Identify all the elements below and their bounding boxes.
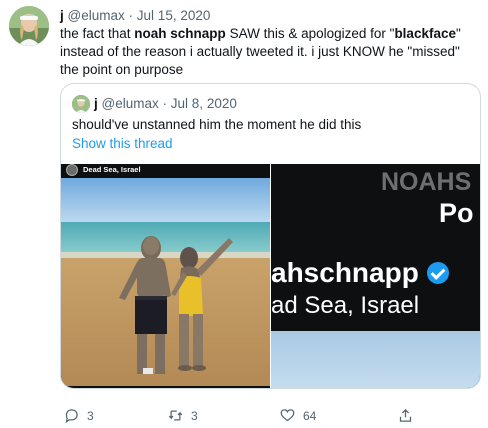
like-count: 64 (303, 408, 317, 423)
reply-icon (64, 408, 79, 423)
tweet[interactable]: j @elumax · Jul 15, 2020 the fact that n… (0, 0, 488, 428)
separator: · (128, 8, 134, 23)
like-icon (280, 408, 295, 423)
quoted-text: should've unstanned him the moment he di… (72, 117, 362, 132)
retweet-count: 3 (191, 408, 198, 423)
display-name[interactable]: j (60, 8, 64, 23)
tweet-text-part: SAW this & apologized for " (225, 26, 395, 41)
retweet-icon (168, 408, 183, 423)
media-photo-right[interactable]: NOAHS Po ahschnapp ad Sea, Israel (271, 164, 480, 388)
timestamp[interactable]: Jul 15, 2020 (137, 8, 211, 23)
like-button[interactable]: 64 (280, 408, 316, 423)
photo-location: ad Sea, Israel (271, 292, 420, 319)
quoted-display-name: j (94, 96, 98, 111)
tweet-text-bold: noah schnapp (134, 26, 226, 41)
photo-location-caption: Dead Sea, Israel (83, 165, 141, 174)
retweet-button[interactable]: 3 (168, 408, 198, 423)
share-button[interactable] (398, 408, 413, 423)
photo-text-line2: Po (439, 198, 474, 228)
handle[interactable]: @elumax (68, 8, 125, 23)
quoted-avatar (72, 95, 90, 113)
media-photo-left[interactable]: Dead Sea, Israel (61, 164, 270, 388)
quoted-handle: @elumax (101, 96, 159, 111)
reply-count: 3 (87, 408, 94, 423)
action-bar: 3 3 64 (60, 408, 480, 426)
show-thread-link[interactable]: Show this thread (72, 136, 173, 151)
tweet-text-part: the fact that (60, 26, 135, 41)
photo-text-line1: NOAHS (381, 168, 472, 196)
avatar[interactable] (9, 6, 49, 46)
photo-username-text: ahschnapp (271, 257, 419, 288)
separator: · (162, 96, 168, 111)
profile-dot-icon (66, 164, 78, 176)
quoted-media[interactable]: Dead Sea, Israel NOAHS Po ahschnapp ad S… (61, 164, 480, 388)
share-icon (398, 408, 413, 423)
tweet-text-bold: blackface (394, 26, 456, 41)
tweet-header: j @elumax · Jul 15, 2020 (60, 8, 210, 23)
beach-photo (61, 178, 270, 386)
photo-sky (271, 331, 480, 388)
verified-badge-icon (426, 261, 449, 284)
reply-button[interactable]: 3 (64, 408, 94, 423)
photo-username: ahschnapp (271, 257, 449, 289)
quoted-timestamp: Jul 8, 2020 (170, 96, 237, 111)
quoted-header: j @elumax · Jul 8, 2020 (94, 96, 237, 111)
quoted-tweet[interactable]: j @elumax · Jul 8, 2020 should've unstan… (60, 83, 481, 389)
tweet-text: the fact that noah schnapp SAW this & ap… (60, 25, 480, 79)
